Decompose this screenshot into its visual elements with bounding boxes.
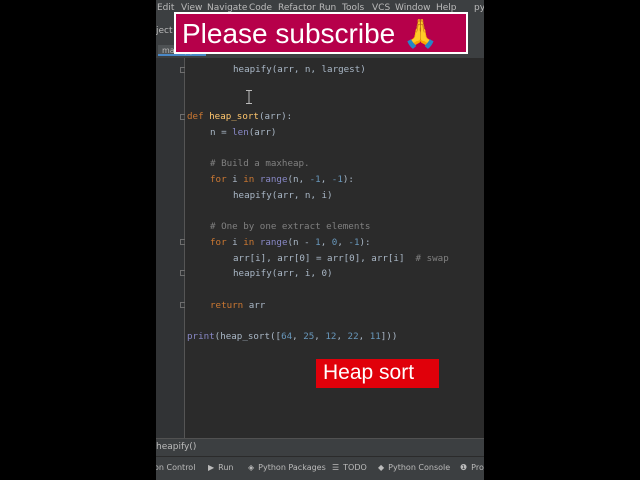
text-cursor-icon (246, 90, 252, 104)
list-icon: ☰ (332, 463, 340, 472)
code-line: for i in range(n - 1, 0, -1): (210, 237, 371, 248)
code-line: return arr (210, 300, 266, 311)
ide-window: Edit View Navigate Code Refactor Run Too… (156, 0, 484, 480)
python-icon: ◆ (378, 463, 385, 472)
code-comment: # One by one extract elements (210, 221, 371, 232)
code-line: arr[i], arr[0] = arr[0], arr[i] # swap (233, 253, 449, 264)
code-line: heapify(arr, i, 0) (233, 268, 333, 279)
code-line: heapify(arr, n, i) (233, 190, 333, 201)
window-title-fragment: py (474, 3, 484, 13)
play-icon: ▶ (208, 463, 215, 472)
breadcrumb[interactable]: heapify() (156, 438, 484, 457)
project-panel-label[interactable]: ject (156, 26, 173, 36)
subscribe-text: Please subscribe 🙏 (182, 18, 438, 49)
heap-sort-text: Heap sort (323, 361, 415, 384)
editor-gutter (156, 58, 186, 438)
code-line: n = len(arr) (210, 127, 277, 138)
subscribe-banner: Please subscribe 🙏 (174, 12, 468, 54)
code-line: for i in range(n, -1, -1): (210, 174, 354, 185)
info-icon: ❶ (460, 463, 468, 472)
code-comment: # Build a maxheap. (210, 158, 310, 169)
layers-icon: ◈ (248, 463, 255, 472)
tool-window-bar: on Control ▶ Run ◈ Python Packages ☰ TODO ◆… (156, 456, 484, 480)
python-console-button[interactable]: ◆ Python Console (378, 463, 450, 472)
code-line: def heap_sort(arr): (187, 111, 293, 122)
python-packages-button[interactable]: ◈ Python Packages (248, 463, 326, 472)
heap-sort-label: Heap sort (316, 359, 439, 388)
problems-button[interactable]: ❶ Pro (460, 463, 484, 472)
code-line: print(heap_sort([64, 25, 12, 22, 11])) (187, 331, 398, 342)
code-line: heapify(arr, n, largest) (233, 64, 366, 75)
todo-button[interactable]: ☰ TODO (332, 463, 367, 472)
version-control-button[interactable]: on Control (156, 463, 195, 472)
run-button[interactable]: ▶ Run (208, 463, 234, 472)
breadcrumb-item[interactable]: heapify() (156, 442, 196, 452)
menu-edit[interactable]: Edit (157, 3, 174, 13)
